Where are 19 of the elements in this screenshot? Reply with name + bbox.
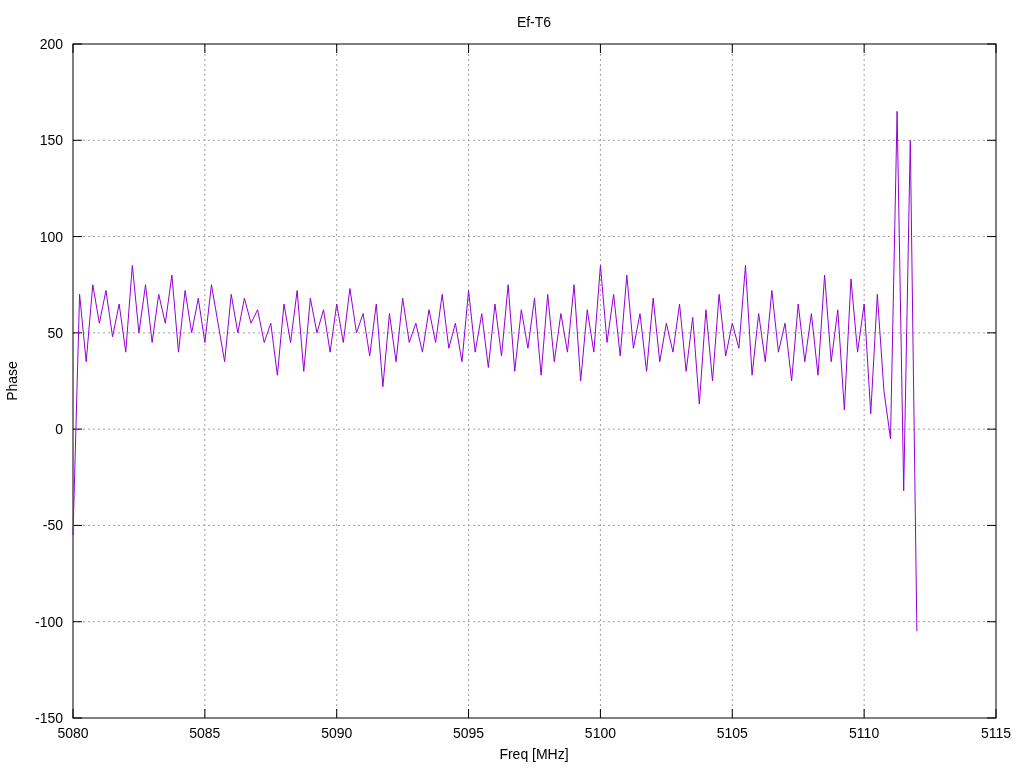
y-tick-label: 50 — [47, 324, 63, 341]
y-tick-label: -50 — [42, 517, 63, 534]
x-axis-label: Freq [MHz] — [499, 746, 569, 762]
y-tick-label: -100 — [34, 613, 63, 630]
x-tick-label: 5100 — [584, 725, 616, 741]
y-tick-label: 200 — [39, 36, 63, 52]
x-tick-label: 5080 — [57, 725, 89, 741]
x-tick-label: 5085 — [189, 725, 221, 741]
chart-title: Ef-T6 — [516, 14, 552, 30]
y-tick-label: -150 — [34, 710, 63, 726]
x-tick-label: 5110 — [849, 725, 880, 741]
y-tick-label: 100 — [39, 228, 63, 245]
y-axis-label: Phase — [4, 361, 20, 401]
x-tick-label: 5090 — [321, 725, 353, 741]
x-tick-label: 5095 — [453, 725, 485, 741]
y-tick-label: 0 — [55, 421, 63, 438]
y-tick-label: 150 — [39, 132, 63, 149]
x-tick-label: 5105 — [716, 725, 748, 741]
x-tick-label: 5115 — [980, 725, 1012, 741]
